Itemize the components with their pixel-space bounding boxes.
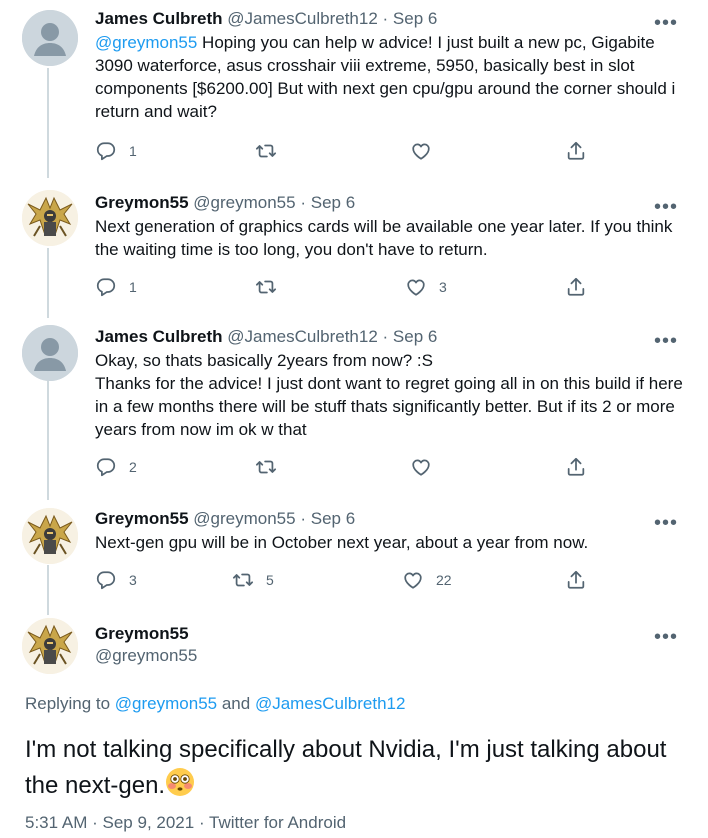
reply-button[interactable]: 1 [95,276,137,298]
avatar[interactable] [22,325,78,381]
reply-count: 1 [129,143,137,159]
more-options-icon[interactable]: ••• [654,513,678,533]
share-button[interactable] [565,276,587,298]
like-count: 3 [439,279,447,295]
reply-count: 2 [129,459,137,475]
retweet-icon [255,140,277,162]
handle[interactable]: @greymon55 [95,646,197,665]
display-name[interactable]: Greymon55 [95,193,189,212]
reply-button[interactable]: 3 [95,569,137,591]
share-button[interactable] [565,569,587,591]
timestamp[interactable]: Sep 6 [311,509,355,528]
tweet[interactable]: Greymon55 @greymon55 · Sep 6 Next-gen gp… [0,500,708,610]
like-button[interactable] [410,140,444,162]
separator: · [382,327,389,346]
tweet-text: Okay, so thats basically 2years from now… [95,349,684,441]
retweet-count: 5 [266,572,274,588]
mention-link[interactable]: @JamesCulbreth12 [255,694,406,713]
tweet-text-line: Okay, so thats basically 2years from now… [95,351,433,370]
display-name[interactable]: Greymon55 [95,624,189,643]
share-icon [565,276,587,298]
reply-count: 1 [129,279,137,295]
separator: · [300,193,306,212]
share-icon [565,569,587,591]
heart-icon [410,456,432,478]
tweet-text: Next-gen gpu will be in October next yea… [95,533,589,552]
tweet-source[interactable]: Twitter for Android [209,813,346,832]
retweet-button[interactable]: 5 [232,569,274,591]
share-button[interactable] [565,456,587,478]
handle[interactable]: @JamesCulbreth12 [227,327,378,346]
default-profile-icon [22,10,78,66]
tweet-date[interactable]: Sep 9, 2021 [103,813,195,832]
reply-count: 3 [129,572,137,588]
retweet-icon [255,456,277,478]
avatar[interactable] [22,508,78,564]
tweet-text: Next generation of graphics cards will b… [95,217,673,259]
main-tweet: Greymon55 @greymon55 ••• [0,610,708,838]
display-name[interactable]: James Culbreth [95,9,223,28]
more-options-icon[interactable]: ••• [654,13,678,33]
heart-icon [402,569,424,591]
retweet-icon [232,569,254,591]
reply-button[interactable]: 1 [95,140,137,162]
display-name[interactable]: James Culbreth [95,327,223,346]
retweet-button[interactable] [255,140,289,162]
avatar[interactable] [22,190,78,246]
tweet-text-line: Thanks for the advice! I just dont want … [95,374,683,439]
like-button[interactable]: 22 [402,569,452,591]
separator: · [300,509,306,528]
share-icon [565,140,587,162]
share-button[interactable] [565,140,587,162]
timestamp[interactable]: Sep 6 [393,327,437,346]
tweet-time[interactable]: 5:31 AM [25,813,87,832]
separator: · [382,9,389,28]
default-profile-icon [22,325,78,381]
like-count: 22 [436,572,452,588]
reply-icon [95,140,117,162]
reply-icon [95,456,117,478]
retweet-button[interactable] [255,276,289,298]
more-options-icon[interactable]: ••• [654,331,678,351]
avatar[interactable] [22,10,78,66]
share-icon [565,456,587,478]
more-options-icon[interactable]: ••• [654,627,678,647]
handle[interactable]: @greymon55 [193,509,295,528]
flushed-face-emoji-icon [165,767,195,797]
tweet-text: @greymon55 Hoping you can help w advice!… [95,33,676,121]
tweet[interactable]: Greymon55 @greymon55 · Sep 6 Next genera… [0,180,708,315]
heart-icon [410,140,432,162]
more-options-icon[interactable]: ••• [654,197,678,217]
timestamp[interactable]: Sep 6 [393,9,437,28]
knight-avatar-icon [22,618,78,674]
reply-icon [95,276,117,298]
like-button[interactable] [410,456,444,478]
heart-icon [405,276,427,298]
tweet[interactable]: James Culbreth @JamesCulbreth12 · Sep 6 … [0,315,708,500]
display-name[interactable]: Greymon55 [95,509,189,528]
avatar[interactable] [22,618,78,674]
retweet-icon [255,276,277,298]
handle[interactable]: @greymon55 [193,193,295,212]
retweet-button[interactable] [255,456,289,478]
mention-link[interactable]: @greymon55 [115,694,217,713]
like-button[interactable]: 3 [405,276,447,298]
timestamp[interactable]: Sep 6 [311,193,355,212]
reply-icon [95,569,117,591]
mention-link[interactable]: @greymon55 [95,33,197,52]
knight-avatar-icon [22,190,78,246]
tweet-meta: 5:31 AM · Sep 9, 2021 · Twitter for Andr… [25,813,347,832]
reply-button[interactable]: 2 [95,456,137,478]
main-tweet-text: I'm not talking specifically about Nvidi… [25,736,667,799]
tweet[interactable]: James Culbreth @JamesCulbreth12 · Sep 6 … [0,0,708,180]
replying-to: Replying to @greymon55 and @JamesCulbret… [25,694,406,713]
handle[interactable]: @JamesCulbreth12 [227,9,378,28]
knight-avatar-icon [22,508,78,564]
